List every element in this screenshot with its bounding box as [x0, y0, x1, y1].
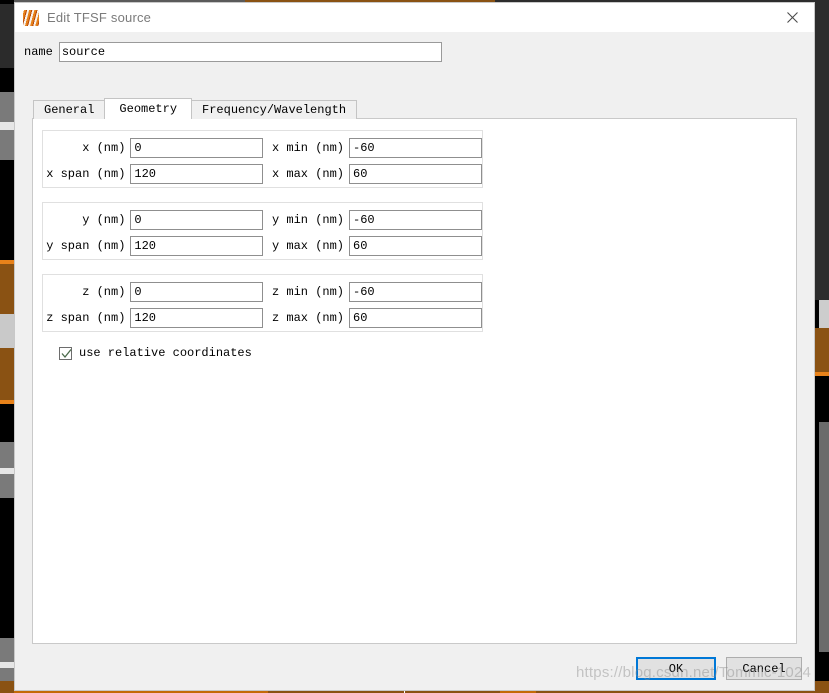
dialog-titlebar[interactable]: Edit TFSF source: [15, 3, 814, 32]
ok-button[interactable]: OK: [636, 657, 716, 680]
y-min-input[interactable]: [349, 210, 482, 230]
checkmark-icon: [61, 348, 72, 358]
background-window-right-edge: [815, 0, 829, 693]
close-button[interactable]: [770, 3, 814, 32]
close-icon: [786, 12, 798, 23]
lumerical-flame-icon: [23, 9, 39, 26]
tab-bar: General Geometry Frequency/Wavelength: [33, 98, 358, 119]
z-max-input[interactable]: [349, 308, 482, 328]
z-input[interactable]: [130, 282, 264, 302]
y-min-label: y min (nm): [271, 213, 344, 227]
use-relative-coordinates-label: use relative coordinates: [79, 346, 252, 360]
x-position-row: x (nm) x min (nm): [43, 137, 482, 159]
tab-frequency-wavelength[interactable]: Frequency/Wavelength: [191, 100, 358, 119]
dialog-title: Edit TFSF source: [47, 10, 152, 25]
name-label: name: [24, 45, 53, 59]
z-label: z (nm): [82, 285, 126, 299]
z-position-row: z (nm) z min (nm): [43, 281, 482, 303]
z-span-input[interactable]: [130, 308, 264, 328]
z-span-row: z span (nm) z max (nm): [43, 307, 482, 329]
background-window-left-edge: [0, 0, 14, 693]
dialog-body: name General Geometry Frequency/Waveleng…: [15, 32, 814, 690]
x-input[interactable]: [130, 138, 264, 158]
z-min-input[interactable]: [349, 282, 482, 302]
z-max-label: z max (nm): [271, 311, 344, 325]
use-relative-coordinates-checkbox[interactable]: [59, 346, 72, 360]
y-label: y (nm): [82, 213, 126, 227]
z-span-label: z span (nm): [46, 311, 126, 325]
edit-tfsf-source-dialog: Edit TFSF source name General Geometry F…: [14, 2, 815, 691]
z-min-label: z min (nm): [271, 285, 344, 299]
name-row: name: [24, 42, 805, 62]
name-input[interactable]: [58, 42, 442, 62]
y-span-input[interactable]: [130, 236, 264, 256]
dialog-button-bar: OK Cancel: [636, 657, 802, 680]
x-span-input[interactable]: [130, 164, 264, 184]
tab-geometry[interactable]: Geometry: [104, 98, 193, 119]
tab-general[interactable]: General: [33, 100, 106, 119]
axis-group-y: y (nm) y min (nm) y span (nm) y max (nm): [42, 202, 483, 260]
axis-group-x: x (nm) x min (nm) x span (nm) x max (nm): [42, 130, 483, 188]
x-span-label: x span (nm): [46, 167, 126, 181]
use-relative-coordinates-row[interactable]: use relative coordinates: [59, 346, 252, 360]
cancel-button[interactable]: Cancel: [726, 657, 802, 680]
y-span-row: y span (nm) y max (nm): [43, 235, 482, 257]
x-max-input[interactable]: [349, 164, 482, 184]
y-max-input[interactable]: [349, 236, 482, 256]
axis-group-z: z (nm) z min (nm) z span (nm) z max (nm): [42, 274, 483, 332]
y-position-row: y (nm) y min (nm): [43, 209, 482, 231]
y-max-label: y max (nm): [271, 239, 344, 253]
x-span-row: x span (nm) x max (nm): [43, 163, 482, 185]
y-input[interactable]: [130, 210, 264, 230]
geometry-tab-panel: x (nm) x min (nm) x span (nm) x max (nm)…: [32, 118, 797, 644]
x-min-input[interactable]: [349, 138, 482, 158]
y-span-label: y span (nm): [46, 239, 126, 253]
x-max-label: x max (nm): [271, 167, 344, 181]
x-min-label: x min (nm): [271, 141, 344, 155]
x-label: x (nm): [82, 141, 126, 155]
